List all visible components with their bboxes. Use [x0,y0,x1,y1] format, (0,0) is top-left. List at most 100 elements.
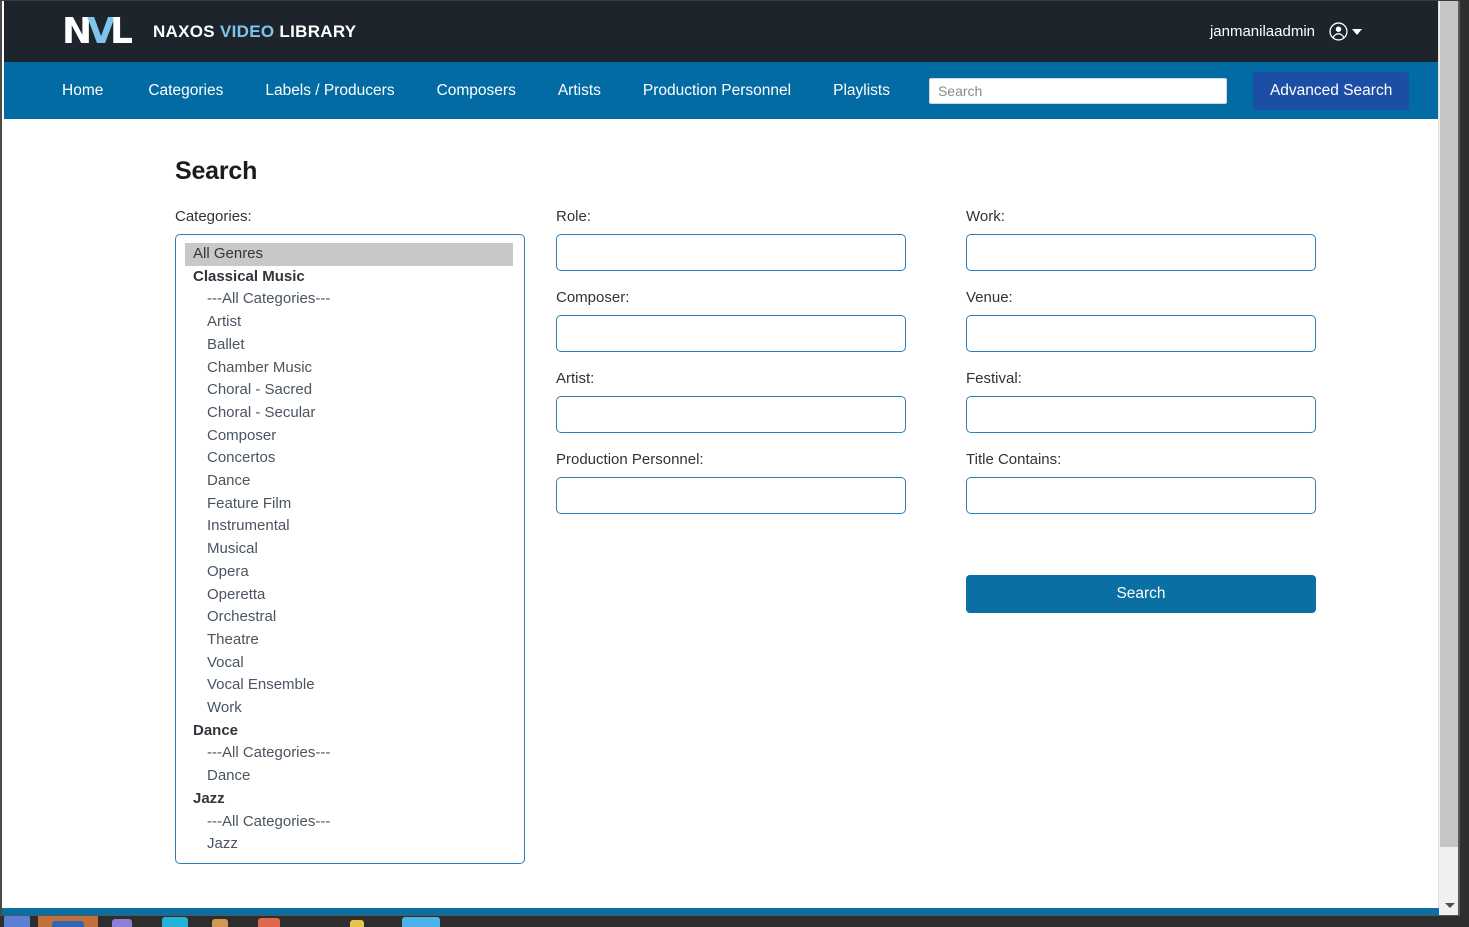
category-option[interactable]: Musical [176,538,524,561]
brand-video: VIDEO [219,21,275,41]
window-bottom-strip [2,908,1439,915]
form-group-festival: Festival: [966,370,1346,433]
nvl-logo[interactable]: NVL [62,10,133,52]
form-group-production-personnel: Production Personnel: [556,451,936,514]
venue-label: Venue: [966,289,1013,306]
artist-label: Artist: [556,370,595,387]
artist-input[interactable] [556,396,906,433]
categories-column: Categories: All Genres Classical Music ---… [175,208,525,864]
form-group-composer: Composer: [556,289,936,352]
nav-item-production-personnel[interactable]: Production Personnel [622,62,812,119]
advanced-search-button[interactable]: Advanced Search [1252,71,1410,110]
category-option[interactable]: Vocal Ensemble [176,674,524,697]
chevron-down-icon [1352,28,1362,35]
nav-item-labels-producers[interactable]: Labels / Producers [244,62,415,119]
nav-item-home[interactable]: Home [62,62,127,119]
chevron-down-icon [1444,902,1455,908]
taskbar-icon-6[interactable] [258,918,280,927]
nav-item-categories[interactable]: Categories [127,62,244,119]
navbar-search-input[interactable] [928,77,1227,104]
logo-letter-n: N [62,10,92,52]
search-columns: Categories: All Genres Classical Music ---… [175,208,1410,864]
category-option[interactable]: Concertos [176,447,524,470]
brand-title: NAXOS VIDEO LIBRARY [153,22,356,42]
category-option[interactable]: Instrumental [176,515,524,538]
taskbar-icon-1[interactable] [4,915,30,927]
taskbar-icon-4[interactable] [162,917,188,927]
search-form: Role: Composer: Artist: Production Personne… [556,208,1410,613]
taskbar-icon-7[interactable] [350,920,364,927]
role-input[interactable] [556,234,906,271]
vertical-scrollbar-thumb[interactable] [1440,1,1459,847]
nav-item-playlists[interactable]: Playlists [812,62,911,119]
page-body: Search Categories: All Genres Classical M… [4,119,1440,915]
taskbar-icon-8[interactable] [402,917,440,927]
category-option[interactable]: ---All Categories--- [176,742,524,765]
form-group-title-contains: Title Contains: [966,451,1346,514]
venue-input[interactable] [966,315,1316,352]
role-label: Role: [556,208,592,225]
composer-label: Composer: [556,289,630,306]
username-label: janmanilaadmin [1209,23,1315,40]
screen: NVL NAXOS VIDEO LIBRARY janmanilaadmin H… [0,0,1469,927]
page-title: Search [175,157,258,185]
main-navbar: Home Categories Labels / Producers Compo… [4,62,1440,119]
form-group-role: Role: [556,208,936,271]
logo-letter-l: L [110,10,133,52]
category-option[interactable]: Artist [176,311,524,334]
category-option[interactable]: Feature Film [176,493,524,516]
category-option[interactable]: Choral - Secular [176,402,524,425]
taskbar-icon-5[interactable] [212,919,228,927]
window-right-border [1458,1,1460,915]
category-option[interactable]: ---All Categories--- [176,288,524,311]
search-submit-button[interactable]: Search [966,575,1316,613]
category-option[interactable]: Composer [176,425,524,448]
category-option[interactable]: Dance [176,470,524,493]
title-contains-label: Title Contains: [966,451,1062,468]
categories-listbox[interactable]: All Genres Classical Music ---All Categori… [175,234,525,864]
category-option[interactable]: Ballet [176,334,524,357]
form-group-work: Work: [966,208,1346,271]
category-option[interactable]: All Genres [185,243,513,266]
category-option[interactable]: Opera [176,561,524,584]
category-group-label: Classical Music [193,267,305,285]
category-option[interactable]: Theatre [176,629,524,652]
category-option[interactable]: Vocal [176,652,524,675]
categories-label: Categories: [175,208,252,225]
page-viewport: NVL NAXOS VIDEO LIBRARY janmanilaadmin H… [4,1,1440,915]
form-group-venue: Venue: [966,289,1346,352]
work-label: Work: [966,208,1005,225]
scroll-down-button[interactable] [1439,895,1460,915]
nav-item-artists[interactable]: Artists [537,62,622,119]
festival-input[interactable] [966,396,1316,433]
category-option[interactable]: Dance [176,765,524,788]
category-option[interactable]: Choral - Sacred [176,379,524,402]
site-header: NVL NAXOS VIDEO LIBRARY janmanilaadmin [4,1,1440,62]
category-group-label: Dance [193,721,239,739]
festival-label: Festival: [966,370,1022,387]
form-group-artist: Artist: [556,370,936,433]
work-input[interactable] [966,234,1316,271]
user-menu-button[interactable] [1329,22,1362,41]
category-option[interactable]: Work [176,697,524,720]
vertical-scrollbar[interactable] [1438,1,1459,915]
production-personnel-input[interactable] [556,477,906,514]
brand-library: LIBRARY [279,21,357,41]
category-option[interactable]: Jazz [176,833,524,856]
category-option[interactable]: Chamber Music [176,357,524,380]
person-circle-icon [1329,22,1348,41]
taskbar-icon-files-inner [52,921,84,927]
category-option[interactable]: Operetta [176,584,524,607]
composer-input[interactable] [556,315,906,352]
search-page-content: Search Categories: All Genres Classical M… [175,157,1410,864]
category-option[interactable]: ---All Categories--- [176,811,524,834]
browser-window: NVL NAXOS VIDEO LIBRARY janmanilaadmin H… [0,0,1460,916]
title-contains-input[interactable] [966,477,1316,514]
form-column-left: Role: Composer: Artist: Production Personne… [556,208,936,613]
form-column-right: Work: Venue: Festival: Title Contains: Searc… [966,208,1346,613]
taskbar-icon-3[interactable] [112,919,132,927]
category-group-label: Jazz [193,789,225,807]
nav-item-composers[interactable]: Composers [416,62,537,119]
category-option[interactable]: Orchestral [176,606,524,629]
header-user-area: janmanilaadmin [1210,1,1362,62]
